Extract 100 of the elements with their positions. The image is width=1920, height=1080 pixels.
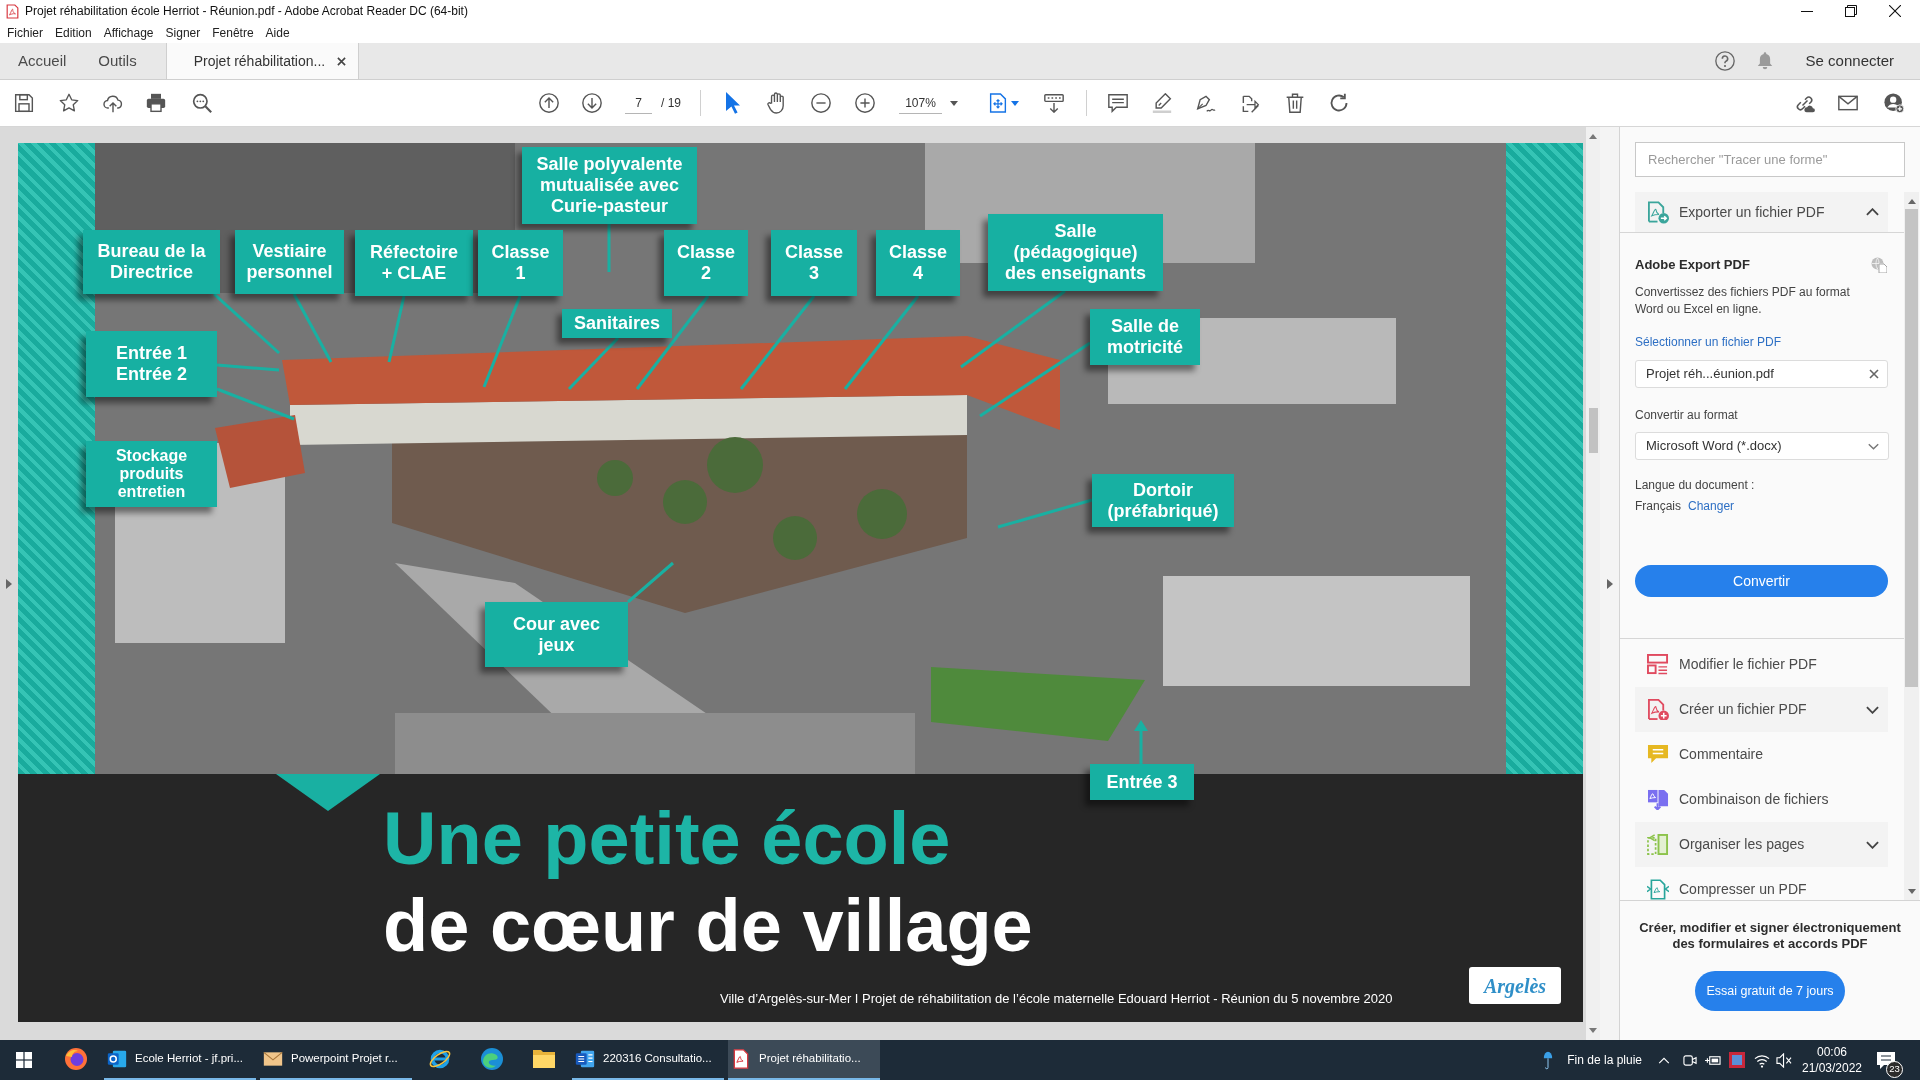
trash-icon[interactable] xyxy=(1285,93,1305,113)
tool-item[interactable]: Modifier le fichier PDF xyxy=(1635,642,1888,687)
umbrella-icon[interactable] xyxy=(1543,1049,1554,1071)
page-edit-icon[interactable] xyxy=(1240,93,1260,113)
highlighter-icon[interactable] xyxy=(1152,93,1172,113)
search-icon[interactable] xyxy=(192,93,212,113)
search-field[interactable]: Rechercher "Tracer une forme" xyxy=(1635,142,1905,177)
swirl-icon[interactable] xyxy=(480,1047,504,1071)
close-icon[interactable] xyxy=(337,56,347,66)
sign-in-link[interactable]: Se connecter xyxy=(1805,49,1894,73)
taskbar-button[interactable]: Ecole Herriot - jf.pri... xyxy=(104,1040,256,1080)
format-dropdown[interactable]: Microsoft Word (*.docx) xyxy=(1635,432,1889,460)
tab[interactable]: Accueil xyxy=(2,43,83,79)
language-value: Français xyxy=(1635,498,1681,515)
menu-item[interactable]: Edition xyxy=(55,23,92,42)
pdf-file-icon xyxy=(6,3,19,19)
file-field[interactable]: Projet réh...éunion.pdf xyxy=(1635,360,1888,388)
triangle-icon[interactable] xyxy=(1606,578,1613,589)
convert-button[interactable]: Convertir xyxy=(1635,565,1888,597)
chevron-up-icon[interactable] xyxy=(1658,1056,1670,1064)
wifi-icon[interactable] xyxy=(1754,1052,1770,1068)
section-header[interactable]: Exporter un fichier PDF xyxy=(1635,192,1888,232)
caret-icon[interactable] xyxy=(950,100,958,106)
scrollbar-thumb[interactable] xyxy=(1588,408,1598,453)
fox-globe-icon[interactable] xyxy=(64,1047,88,1071)
read-mode-icon[interactable] xyxy=(1044,93,1064,113)
scroll-up-icon[interactable] xyxy=(1907,199,1916,204)
arrow-up-circle-icon[interactable] xyxy=(539,93,559,113)
speaker-muted-icon[interactable] xyxy=(1776,1052,1792,1068)
scrollbar[interactable] xyxy=(1904,192,1919,900)
zoom-level-field[interactable]: 107% xyxy=(899,92,942,114)
select-file-link[interactable]: Sélectionner un fichier PDF xyxy=(1635,334,1889,351)
restore-icon[interactable] xyxy=(1845,5,1857,17)
arrow-down-circle-icon[interactable] xyxy=(582,93,602,113)
triangle-icon[interactable] xyxy=(6,578,12,589)
tool-item[interactable]: Compresser un PDF xyxy=(1635,867,1888,900)
slide-title-line: Une petite école xyxy=(383,796,952,882)
hand-icon[interactable] xyxy=(767,92,787,114)
chevron-down-icon[interactable] xyxy=(1866,840,1879,849)
close-icon[interactable] xyxy=(1889,5,1901,17)
callout-label: Classe 4 xyxy=(876,230,960,296)
document-tile-icon xyxy=(575,1049,595,1069)
menu-item[interactable]: Signer xyxy=(165,23,201,42)
export-file-icon xyxy=(1647,200,1669,224)
start-menu-icon[interactable] xyxy=(16,1052,32,1068)
orbit-globe-icon[interactable] xyxy=(428,1047,452,1071)
camera-icon[interactable] xyxy=(1683,1052,1697,1068)
chevron-down-icon[interactable] xyxy=(1866,705,1879,714)
scroll-up-icon[interactable] xyxy=(1589,134,1597,139)
star-icon[interactable] xyxy=(59,93,79,113)
mail-tile-icon xyxy=(107,1049,127,1069)
taskbar-button[interactable]: Projet réhabilitatio... xyxy=(728,1040,880,1080)
callout-label: Dortoir (préfabriqué) xyxy=(1092,474,1234,527)
rotate-icon[interactable] xyxy=(1329,93,1349,113)
tab[interactable]: Outils xyxy=(82,43,153,79)
page-arrows-icon[interactable] xyxy=(989,93,1007,113)
clear-icon[interactable] xyxy=(1869,369,1879,379)
cloud-upload-icon[interactable] xyxy=(103,93,123,113)
taskbar-button[interactable]: 220316 Consultatio... xyxy=(572,1040,724,1080)
callout-label: Classe 1 xyxy=(478,230,563,296)
scroll-down-icon[interactable] xyxy=(1589,1028,1597,1033)
clock-time[interactable]: 00:06 xyxy=(1817,1044,1847,1060)
tool-item[interactable]: Combinaison de fichiers xyxy=(1635,777,1888,822)
menu-item[interactable]: Fichier xyxy=(7,23,43,42)
zoom-in-icon[interactable] xyxy=(855,93,875,113)
user-add-icon[interactable] xyxy=(1884,93,1904,113)
page-number-field[interactable]: 7 xyxy=(625,92,652,114)
town-logo: Argelès xyxy=(1469,967,1561,1004)
callout-label: Vestiaire personnel xyxy=(235,230,344,294)
scrollbar[interactable] xyxy=(1586,127,1600,1040)
caret-icon[interactable] xyxy=(1011,100,1019,106)
envelope-icon[interactable] xyxy=(1838,93,1858,113)
pen-signature-icon[interactable] xyxy=(1196,93,1216,113)
help-icon[interactable] xyxy=(1714,51,1735,71)
printer-icon[interactable] xyxy=(146,93,166,113)
leader-line xyxy=(607,224,611,272)
leader-line xyxy=(387,295,406,363)
menu-item[interactable]: Affichage xyxy=(103,23,154,42)
folder-icon[interactable] xyxy=(532,1047,556,1071)
callout-label: Cour avec jeux xyxy=(485,602,628,667)
zoom-out-icon[interactable] xyxy=(811,93,831,113)
app-tile-icon[interactable] xyxy=(1729,1052,1745,1068)
tool-item[interactable]: Commentaire xyxy=(1635,732,1888,777)
scroll-down-icon[interactable] xyxy=(1907,889,1916,894)
menu-item[interactable]: Aide xyxy=(265,23,290,42)
pointer-icon[interactable] xyxy=(725,92,741,114)
clock-date[interactable]: 21/03/2022 xyxy=(1801,1060,1863,1076)
taskbar-button[interactable]: Powerpoint Projet r... xyxy=(260,1040,412,1080)
document-plus-icon xyxy=(1647,699,1669,720)
scrollbar-thumb[interactable] xyxy=(1905,209,1918,687)
tab[interactable]: Projet réhabilitation... xyxy=(165,43,360,79)
change-link[interactable]: Changer xyxy=(1688,498,1735,515)
speech-bubble-icon[interactable] xyxy=(1108,93,1128,113)
menu-item[interactable]: Fenêtre xyxy=(212,23,254,42)
weather-label[interactable]: Fin de la pluie xyxy=(1567,1051,1642,1069)
minimize-icon[interactable] xyxy=(1801,10,1813,12)
link-cloud-icon[interactable] xyxy=(1795,93,1815,113)
free-trial-button[interactable]: Essai gratuit de 7 jours xyxy=(1695,971,1845,1011)
tool-item[interactable]: Organiser les pages xyxy=(1635,822,1888,867)
tool-item[interactable]: Créer un fichier PDF xyxy=(1635,687,1888,732)
